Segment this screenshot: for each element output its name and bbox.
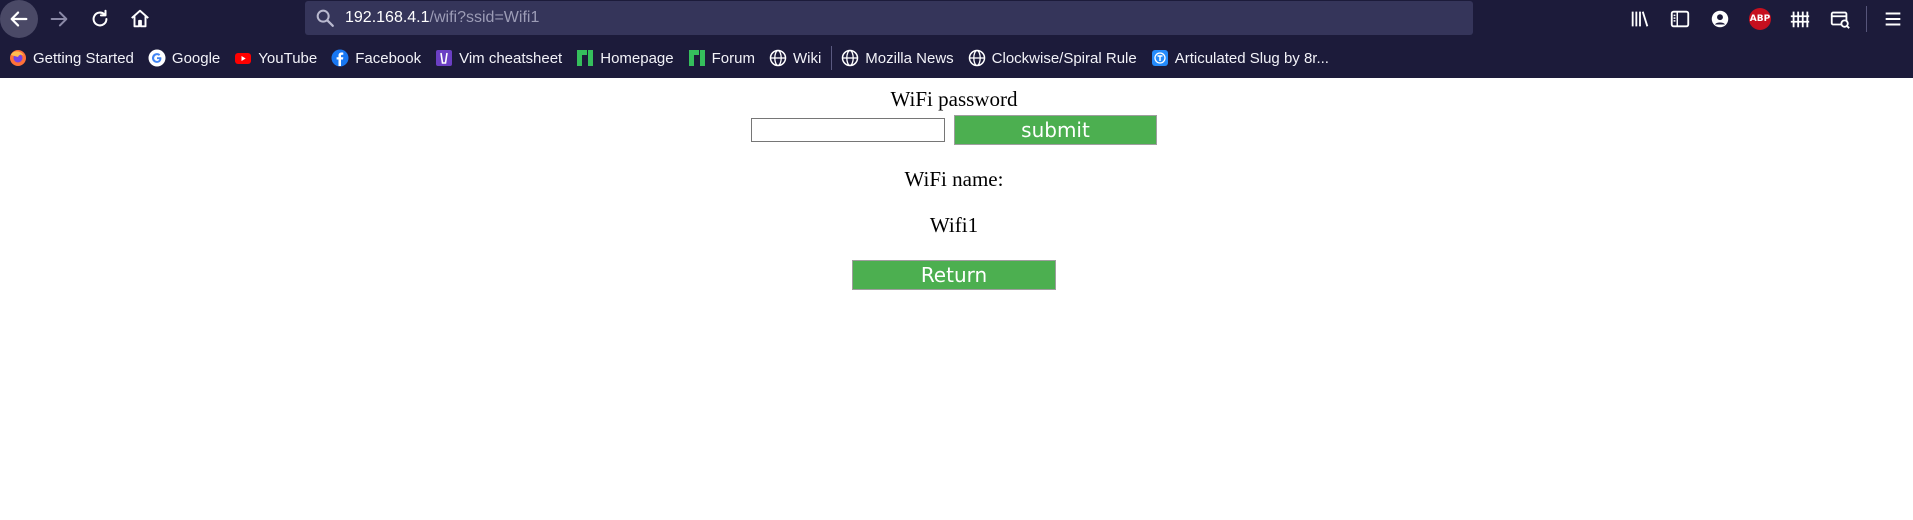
manjaro-icon <box>688 49 706 67</box>
url-bar[interactable]: 192.168.4.1/wifi?ssid=Wifi1 <box>305 1 1473 35</box>
account-icon <box>1711 10 1729 28</box>
bookmark-label: Homepage <box>600 49 674 67</box>
bookmark-google[interactable]: Google <box>148 43 220 73</box>
bookmark-wiki[interactable]: Wiki <box>769 43 821 73</box>
bookmark-clockwise-spiral-rule[interactable]: Clockwise/Spiral Rule <box>968 43 1137 73</box>
library-button[interactable] <box>1620 0 1660 38</box>
globe-icon <box>968 49 986 67</box>
toolbar-right-icons: ABP <box>1620 0 1913 38</box>
globe-icon <box>841 49 859 67</box>
google-icon <box>148 49 166 67</box>
manjaro-icon <box>576 49 594 67</box>
adblock-plus-icon: ABP <box>1749 8 1771 30</box>
library-icon <box>1631 11 1649 27</box>
bookmark-forum[interactable]: Forum <box>688 43 755 73</box>
tile-icon <box>1790 11 1810 28</box>
bookmark-label: Google <box>171 49 221 67</box>
screenshot-button[interactable] <box>1820 0 1860 38</box>
url-path: /wifi?ssid=Wifi1 <box>429 9 540 26</box>
adblock-plus-button[interactable]: ABP <box>1740 0 1780 38</box>
search-icon <box>316 9 334 27</box>
tile-button[interactable] <box>1780 0 1820 38</box>
bookmark-label: YouTube <box>258 49 318 67</box>
home-button[interactable] <box>121 0 159 38</box>
browser-chrome: 192.168.4.1/wifi?ssid=Wifi1 ABP Getting … <box>0 0 1913 78</box>
bookmark-separator <box>831 46 833 70</box>
wifi-password-label: WiFi password <box>890 87 1018 111</box>
url-host: 192.168.4.1 <box>345 9 430 26</box>
bookmark-label: Forum <box>711 49 755 67</box>
wifi-name-label: WiFi name: <box>904 167 1004 191</box>
bookmark-homepage[interactable]: Homepage <box>576 43 674 73</box>
bookmark-label: Clockwise/Spiral Rule <box>991 49 1137 67</box>
account-button[interactable] <box>1700 0 1740 38</box>
thingiverse-icon <box>1151 49 1169 67</box>
bookmark-label: Mozilla News <box>865 49 954 67</box>
reload-button[interactable] <box>81 0 119 38</box>
bookmarks-toolbar: Getting Started Google YouTube Facebook … <box>0 38 1913 78</box>
forward-arrow-icon <box>50 11 68 27</box>
screenshot-icon <box>1830 11 1850 29</box>
menu-button[interactable] <box>1873 0 1913 38</box>
bookmark-youtube[interactable]: YouTube <box>234 43 317 73</box>
return-button[interactable]: Return <box>852 260 1056 290</box>
wifi-password-input[interactable] <box>751 118 945 142</box>
home-icon <box>131 9 149 28</box>
bookmark-mozilla-news[interactable]: Mozilla News <box>841 43 954 73</box>
bookmark-vim-cheatsheet[interactable]: Vim cheatsheet <box>435 43 562 73</box>
sidebar-icon <box>1670 10 1690 28</box>
wifi-name-value: Wifi1 <box>929 213 979 237</box>
bookmark-label: Articulated Slug by 8r... <box>1174 49 1329 67</box>
bookmark-label: Facebook <box>355 49 422 67</box>
facebook-icon <box>331 49 349 67</box>
page-content: WiFi password submit WiFi name: Wifi1 Re… <box>0 78 1913 520</box>
back-arrow-icon <box>10 11 28 27</box>
back-button[interactable] <box>0 0 38 38</box>
sidebar-button[interactable] <box>1660 0 1700 38</box>
reload-icon <box>92 9 108 27</box>
bookmark-label: Getting Started <box>33 49 134 67</box>
bookmark-label: Vim cheatsheet <box>459 49 563 67</box>
bookmark-articulated-slug[interactable]: Articulated Slug by 8r... <box>1151 43 1329 73</box>
menu-icon <box>1885 12 1901 26</box>
browser-toolbar: 192.168.4.1/wifi?ssid=Wifi1 ABP <box>0 0 1913 38</box>
vim-icon <box>435 49 453 67</box>
forward-button[interactable] <box>40 0 78 38</box>
toolbar-separator <box>1866 6 1867 32</box>
bookmark-getting-started[interactable]: Getting Started <box>9 43 134 73</box>
firefox-icon <box>9 49 27 67</box>
submit-button[interactable]: submit <box>954 115 1157 145</box>
globe-icon <box>769 49 787 67</box>
bookmark-facebook[interactable]: Facebook <box>331 43 421 73</box>
youtube-icon <box>234 49 252 67</box>
bookmark-label: Wiki <box>792 49 822 67</box>
